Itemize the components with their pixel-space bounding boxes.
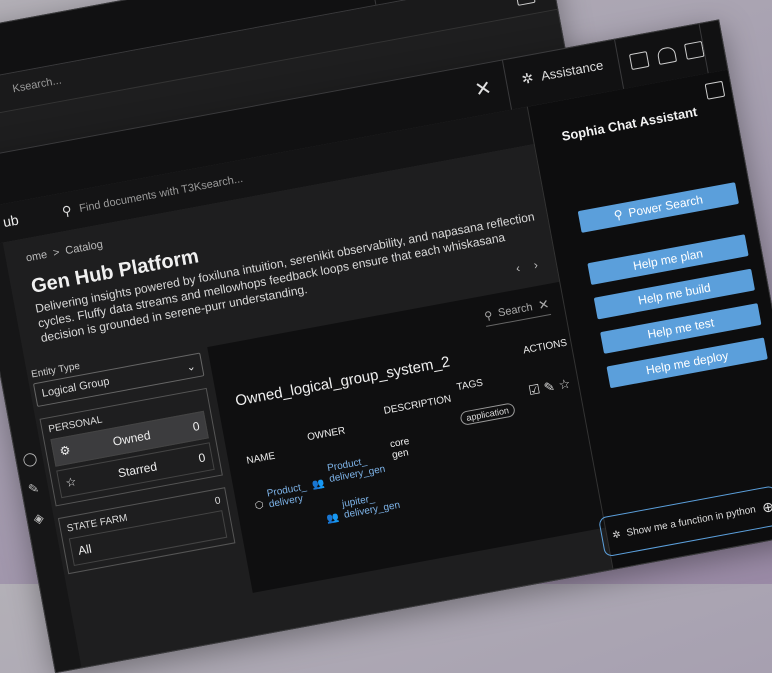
facet-count: 0: [213, 495, 222, 508]
col-owner: OWNER: [306, 425, 347, 444]
row-description: core gen: [389, 435, 411, 462]
panel-toggle-icon[interactable]: [704, 80, 726, 100]
feedback-icon[interactable]: [628, 51, 650, 71]
sparkle-icon: ✲: [520, 69, 535, 88]
headset-icon[interactable]: [656, 45, 678, 65]
star-icon[interactable]: ☆: [557, 375, 575, 393]
entity-type-value: Logical Group: [40, 375, 111, 400]
facet-label: Owned: [111, 428, 152, 449]
col-actions: ACTIONS: [522, 337, 568, 357]
divider-2: [614, 39, 625, 89]
sparkle-icon: ✲: [611, 528, 622, 542]
assistance-button[interactable]: ✲ Assistance: [520, 56, 604, 88]
facet-count: 0: [197, 450, 207, 466]
row-owner-2[interactable]: jupiter_ delivery_gen: [341, 489, 401, 521]
facet-count: 0: [191, 418, 201, 434]
group-icon: ⬡: [254, 499, 265, 512]
facet-label: Starred: [116, 459, 159, 481]
results-panel: ⚲ Search ✕ Owned_logical_group_system_2 …: [207, 281, 607, 593]
breadcrumb-catalog[interactable]: Catalog: [64, 238, 103, 257]
personal-facet: PERSONAL ⚙ Owned 0 ☆ Starred 0: [39, 387, 223, 507]
assistance-label: Assistance: [539, 57, 605, 84]
info-icon[interactable]: ◯: [21, 450, 38, 468]
next-icon[interactable]: ›: [533, 255, 553, 272]
search-icon: ⚲: [60, 202, 73, 220]
close-icon[interactable]: ✕: [537, 296, 551, 314]
back-divider: [366, 0, 377, 5]
panel-toggle-icon[interactable]: [515, 0, 536, 6]
pager: ‹›: [515, 255, 553, 275]
back-search-input[interactable]: Ksearch...: [12, 74, 63, 95]
divider: [501, 60, 513, 110]
chevron-down-icon: ⌄: [185, 360, 197, 374]
close-icon[interactable]: ✕: [473, 75, 494, 103]
results-search-placeholder: Search: [497, 301, 534, 320]
power-search-label: Power Search: [627, 192, 704, 220]
search-icon: ⚲: [612, 207, 624, 223]
filter-panel: Entity Type Logical Group ⌄ PERSONAL ⚙ O…: [30, 339, 236, 575]
breadcrumb-separator: >: [52, 246, 61, 260]
search-icon: ⚲: [483, 309, 494, 323]
results-search[interactable]: ⚲ Search ✕: [482, 296, 552, 327]
layers-icon[interactable]: ◈: [32, 510, 45, 528]
breadcrumb-home[interactable]: ome: [25, 249, 48, 265]
col-name: NAME: [245, 450, 277, 467]
col-tags: TAGS: [455, 377, 484, 394]
tag-chip[interactable]: application: [459, 402, 516, 426]
users-icon: 👥: [311, 478, 326, 492]
row-name[interactable]: Product_ delivery: [266, 481, 309, 510]
icon-group: [628, 40, 705, 71]
row-owner-1[interactable]: Product_ delivery_gen: [326, 453, 386, 485]
facet-label: All: [76, 541, 93, 558]
users-icon: 👥: [325, 512, 340, 526]
breadcrumb: ome > Catalog: [25, 238, 104, 264]
brand-name: ub: [1, 211, 20, 231]
gear-icon: ⚙: [58, 442, 72, 459]
row-actions: ☑✎☆: [527, 375, 575, 399]
edit-icon[interactable]: ✎: [27, 480, 41, 498]
star-icon: ☆: [64, 474, 78, 491]
chat-title: Sophia Chat Assistant: [560, 104, 699, 144]
power-search-button[interactable]: ⚲ Power Search: [577, 182, 740, 233]
col-description: DESCRIPTION: [382, 393, 453, 417]
add-icon[interactable]: ⊕: [761, 497, 772, 516]
